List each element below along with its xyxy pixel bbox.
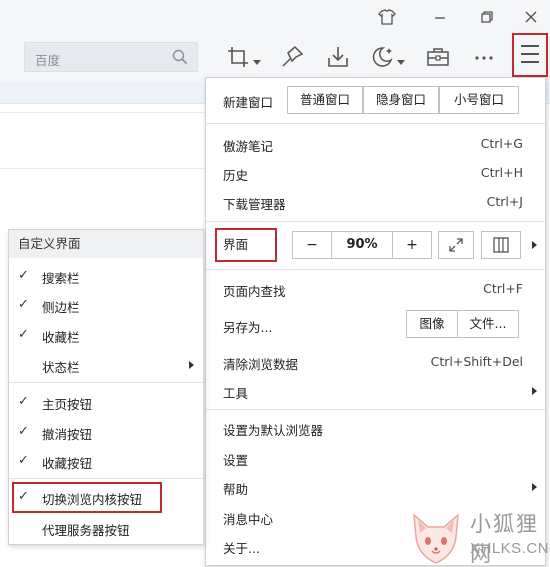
chevron-right-icon xyxy=(189,361,194,369)
shortcut-find: Ctrl+F xyxy=(483,281,523,296)
toggle-favorites-bar[interactable]: 收藏栏 xyxy=(42,327,80,346)
watermark: 小狐狸网 XHLKS.CN xyxy=(404,506,550,567)
small-account-window-button[interactable]: 小号窗口 xyxy=(439,86,519,114)
toggle-status-bar[interactable]: 状态栏 xyxy=(42,357,80,376)
zoom-out-button[interactable]: − xyxy=(293,232,331,258)
check-icon: ✓ xyxy=(18,327,29,342)
download-icon[interactable] xyxy=(325,44,351,70)
menu-item-clear-data[interactable]: 清除浏览数据 xyxy=(223,354,298,373)
menu-separator xyxy=(206,123,545,124)
menu-item-notes[interactable]: 傲游笔记 xyxy=(223,136,273,155)
menu-item-help[interactable]: 帮助 xyxy=(223,479,248,498)
menu-separator xyxy=(9,478,203,479)
watermark-text-en: XHLKS.CN xyxy=(470,540,550,557)
more-icon[interactable] xyxy=(471,44,497,70)
menu-item-set-default[interactable]: 设置为默认浏览器 xyxy=(223,420,323,439)
restore-icon[interactable] xyxy=(474,6,498,28)
toggle-switch-engine-button[interactable]: 切换浏览内核按钮 xyxy=(42,489,142,508)
save-as-file-button[interactable]: 文件... xyxy=(457,310,519,338)
toolbar: 百度 xyxy=(0,34,550,82)
menu-separator xyxy=(9,382,203,383)
menu-item-downloads[interactable]: 下载管理器 xyxy=(223,194,286,213)
toolbox-icon[interactable] xyxy=(425,44,451,70)
zoom-level: 90% xyxy=(346,237,378,252)
menu-item-about[interactable]: 关于... xyxy=(223,538,260,557)
bookmark-pin-icon[interactable] xyxy=(279,44,305,70)
night-mode-dropdown-icon[interactable] xyxy=(397,54,405,65)
watermark-text-cn: 小狐狸网 xyxy=(470,512,539,566)
title-bar xyxy=(0,0,550,34)
shortcut-clear-data: Ctrl+Shift+Del xyxy=(430,354,523,369)
menu-separator xyxy=(206,269,545,270)
toggle-proxy-button[interactable]: 代理服务器按钮 xyxy=(42,520,130,539)
night-mode-icon[interactable] xyxy=(369,44,395,70)
private-window-button[interactable]: 隐身窗口 xyxy=(363,86,439,114)
menu-item-interface[interactable]: 界面 xyxy=(215,228,277,262)
customize-interface-title: 自定义界面 xyxy=(9,230,203,258)
zoom-in-button[interactable]: + xyxy=(393,232,431,258)
check-icon: ✓ xyxy=(18,424,29,439)
menu-item-settings[interactable]: 设置 xyxy=(223,450,248,469)
menu-item-find[interactable]: 页面内查找 xyxy=(223,281,286,300)
toggle-home-button[interactable]: 主页按钮 xyxy=(42,394,92,413)
fullscreen-button[interactable] xyxy=(438,231,474,259)
customize-interface-panel: 自定义界面 ✓ 搜索栏 ✓ 侧边栏 ✓ 收藏栏 状态栏 ✓ 主页按钮 ✓ 撤消按… xyxy=(8,229,204,545)
fullscreen-icon xyxy=(447,238,465,257)
menu-item-tools[interactable]: 工具 xyxy=(223,383,248,402)
check-icon: ✓ xyxy=(18,489,29,504)
menu-button[interactable] xyxy=(512,33,548,77)
chevron-right-icon xyxy=(532,483,537,491)
search-placeholder: 百度 xyxy=(35,53,61,68)
menu-item-history[interactable]: 历史 xyxy=(223,165,248,184)
normal-window-button[interactable]: 普通窗口 xyxy=(287,86,363,114)
page-divider xyxy=(0,112,205,113)
search-icon[interactable] xyxy=(171,48,189,69)
screenshot-icon[interactable] xyxy=(225,44,251,70)
interface-label: 界面 xyxy=(223,237,249,252)
chevron-right-icon xyxy=(532,387,537,395)
toggle-favorite-button[interactable]: 收藏按钮 xyxy=(42,453,92,472)
shortcut-history: Ctrl+H xyxy=(480,165,523,180)
menu-item-save-as[interactable]: 另存为... xyxy=(223,317,272,336)
minimize-icon[interactable] xyxy=(428,6,452,28)
toggle-search-bar[interactable]: 搜索栏 xyxy=(42,268,80,287)
menu-separator xyxy=(206,409,545,410)
split-view-button[interactable] xyxy=(481,231,521,259)
columns-icon xyxy=(492,237,510,257)
check-icon: ✓ xyxy=(18,453,29,468)
check-icon: ✓ xyxy=(18,394,29,409)
menu-separator xyxy=(206,221,545,222)
toggle-undo-button[interactable]: 撤消按钮 xyxy=(42,424,92,443)
zoom-control: − 90% + xyxy=(292,231,432,259)
save-as-image-button[interactable]: 图像 xyxy=(406,310,458,338)
screenshot-dropdown-icon[interactable] xyxy=(253,54,261,65)
search-input[interactable]: 百度 xyxy=(24,42,198,72)
main-menu: 新建窗口 普通窗口 隐身窗口 小号窗口 傲游笔记 Ctrl+G 历史 Ctrl+… xyxy=(205,77,546,566)
shortcut-notes: Ctrl+G xyxy=(480,136,523,151)
menu-item-messages[interactable]: 消息中心 xyxy=(223,509,273,528)
skin-icon[interactable] xyxy=(375,6,399,28)
check-icon: ✓ xyxy=(18,297,29,312)
page-divider xyxy=(0,168,205,169)
chevron-right-icon xyxy=(532,241,537,249)
shortcut-downloads: Ctrl+J xyxy=(486,194,523,209)
close-icon[interactable] xyxy=(519,6,543,28)
menu-item-new-window: 新建窗口 xyxy=(223,95,274,110)
check-icon: ✓ xyxy=(18,268,29,283)
toggle-sidebar[interactable]: 侧边栏 xyxy=(42,297,80,316)
